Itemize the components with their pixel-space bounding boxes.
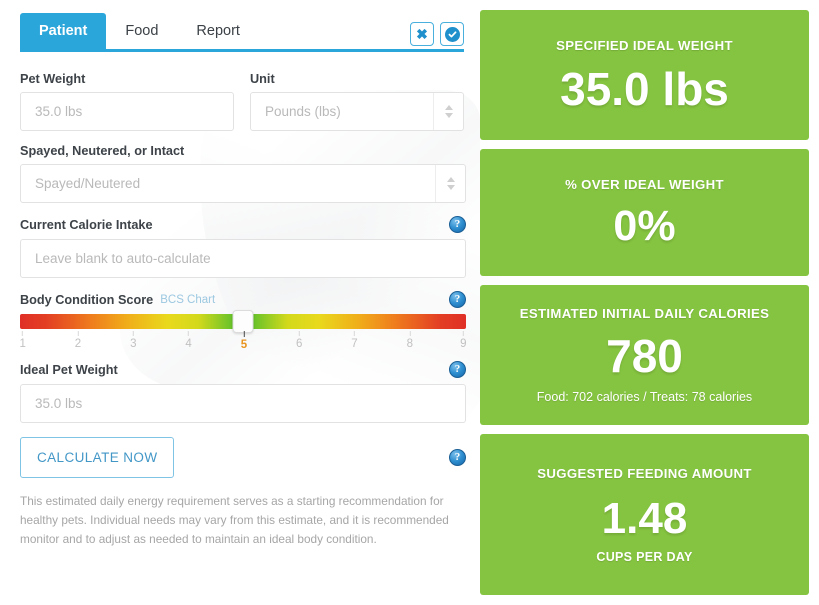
percent-over-ideal-weight-title: % OVER IDEAL WEIGHT — [565, 176, 724, 192]
reproductive-status-value: Spayed/Neutered — [35, 176, 141, 191]
unit-field: Unit Pounds (lbs) — [250, 72, 464, 131]
tab-food[interactable]: Food — [106, 13, 177, 49]
tab-food-label: Food — [125, 23, 159, 39]
result-card-percent-over-ideal-weight: % OVER IDEAL WEIGHT 0% — [480, 148, 809, 276]
unit-stepper-icon[interactable] — [433, 93, 463, 130]
reproductive-status-label: Spayed, Neutered, or Intact — [20, 144, 185, 158]
bcs-tick-1[interactable]: 1 — [19, 331, 26, 350]
bcs-tick-8[interactable]: 8 — [407, 331, 413, 350]
bcs-tick-2-label: 2 — [74, 338, 82, 350]
bcs-tick-labels: 1 2 3 4 5 6 7 8 9 — [19, 331, 467, 353]
tab-patient-label: Patient — [39, 23, 88, 39]
current-calorie-intake-label-text: Current Calorie Intake — [20, 217, 153, 232]
close-icon: ✖ — [416, 26, 428, 42]
bcs-tick-3[interactable]: 3 — [130, 331, 136, 350]
body-condition-score-label: Body Condition Score BCS Chart ? — [20, 291, 466, 308]
bcs-tick-6-label: 6 — [295, 338, 303, 350]
specified-ideal-weight-value: 35.0 lbs — [560, 62, 729, 115]
ideal-pet-weight-label: Ideal Pet Weight ? — [20, 361, 466, 378]
current-calorie-intake-field: Current Calorie Intake ? Leave blank to … — [20, 216, 466, 278]
bcs-tick-3-label: 3 — [130, 338, 137, 350]
body-condition-score-label-text: Body Condition Score — [20, 292, 154, 307]
unit-label: Unit — [250, 72, 275, 86]
bcs-tick-7-label: 7 — [351, 338, 358, 350]
disclaimer-text: This estimated daily energy requirement … — [20, 494, 449, 547]
ideal-pet-weight-input[interactable]: 35.0 lbs — [20, 384, 466, 423]
tab-report[interactable]: Report — [177, 13, 259, 49]
pet-weight-input[interactable]: 35.0 lbs — [20, 92, 234, 131]
calculate-now-button[interactable]: CALCULATE NOW — [20, 437, 175, 478]
bcs-chart-link[interactable]: BCS Chart — [160, 294, 215, 306]
bcs-tick-4[interactable]: 4 — [185, 331, 192, 350]
bcs-tick-6[interactable]: 6 — [296, 331, 302, 350]
results-panel: SPECIFIED IDEAL WEIGHT 35.0 lbs % OVER I… — [480, 0, 819, 605]
tab-bar: Patient Food Report ✖ — [20, 12, 464, 52]
weight-unit-row: Pet Weight 35.0 lbs Unit Pounds (lbs) — [20, 72, 464, 144]
unit-select[interactable]: Pounds (lbs) — [250, 92, 464, 131]
tab-report-label: Report — [196, 23, 240, 39]
close-button[interactable]: ✖ — [410, 22, 434, 46]
tab-action-buttons: ✖ — [410, 22, 464, 49]
help-icon[interactable]: ? — [449, 291, 466, 308]
bcs-tick-2[interactable]: 2 — [75, 331, 81, 350]
form-panel: Patient Food Report ✖ Pet Weight 35.0 lb… — [0, 0, 480, 605]
specified-ideal-weight-title: SPECIFIED IDEAL WEIGHT — [556, 37, 733, 53]
reproductive-status-select[interactable]: Spayed/Neutered — [20, 164, 466, 203]
reproductive-status-stepper-icon[interactable] — [435, 165, 465, 202]
estimated-daily-calories-breakdown: Food: 702 calories / Treats: 78 calories — [536, 389, 753, 404]
suggested-feeding-amount-unit: CUPS PER DAY — [596, 549, 693, 564]
calculate-row: CALCULATE NOW ? — [20, 437, 466, 478]
help-icon[interactable]: ? — [449, 216, 466, 233]
bcs-tick-4-label: 4 — [185, 338, 192, 350]
bcs-tick-5[interactable]: 5 — [241, 331, 247, 351]
unit-select-value: Pounds (lbs) — [265, 104, 341, 119]
bcs-tick-1-label: 1 — [19, 338, 26, 350]
bcs-tick-9-label: 9 — [460, 338, 467, 350]
suggested-feeding-amount-title: SUGGESTED FEEDING AMOUNT — [537, 465, 752, 481]
help-icon[interactable]: ? — [449, 449, 466, 466]
suggested-feeding-amount-value: 1.48 — [601, 493, 688, 543]
check-circle-icon — [444, 26, 460, 42]
ideal-pet-weight-field: Ideal Pet Weight ? 35.0 lbs — [20, 361, 466, 423]
ideal-pet-weight-label-text: Ideal Pet Weight — [20, 362, 118, 377]
pet-weight-field: Pet Weight 35.0 lbs — [20, 72, 234, 131]
percent-over-ideal-weight-value: 0% — [613, 201, 676, 250]
estimated-daily-calories-value: 780 — [606, 329, 683, 382]
bcs-tick-5-label: 5 — [240, 339, 248, 351]
bcs-slider-handle[interactable] — [232, 310, 254, 333]
help-icon[interactable]: ? — [449, 361, 466, 378]
tab-patient[interactable]: Patient — [20, 13, 107, 49]
reproductive-status-field: Spayed, Neutered, or Intact Spayed/Neute… — [20, 144, 466, 203]
estimated-daily-calories-title: ESTIMATED INITIAL DAILY CALORIES — [519, 305, 770, 321]
bcs-tick-8-label: 8 — [406, 338, 413, 350]
result-card-estimated-daily-calories: ESTIMATED INITIAL DAILY CALORIES 780 Foo… — [480, 284, 809, 426]
pet-weight-label: Pet Weight — [20, 72, 86, 86]
bcs-slider-track[interactable] — [20, 310, 466, 333]
confirm-button[interactable] — [440, 22, 464, 46]
body-condition-score-field: Body Condition Score BCS Chart ? 1 2 3 4… — [19, 291, 467, 353]
bcs-tick-9[interactable]: 9 — [460, 331, 467, 350]
nutrition-calculator-app: Patient Food Report ✖ Pet Weight 35.0 lb… — [0, 0, 819, 605]
result-card-specified-ideal-weight: SPECIFIED IDEAL WEIGHT 35.0 lbs — [480, 10, 809, 140]
current-calorie-intake-label: Current Calorie Intake ? — [20, 216, 466, 233]
bcs-tick-7[interactable]: 7 — [351, 331, 358, 350]
result-card-suggested-feeding-amount: SUGGESTED FEEDING AMOUNT 1.48 CUPS PER D… — [480, 434, 809, 595]
current-calorie-intake-input[interactable]: Leave blank to auto-calculate — [20, 239, 466, 278]
